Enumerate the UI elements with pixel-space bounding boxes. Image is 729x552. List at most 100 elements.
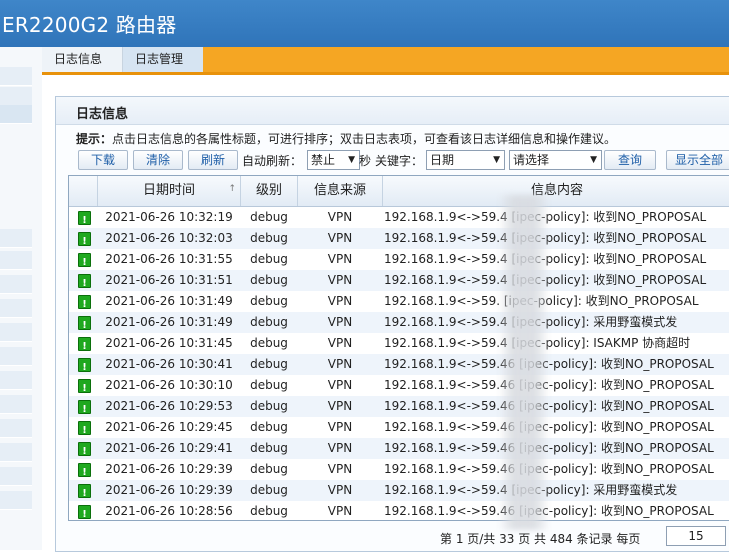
keyword-field-value: 日期 bbox=[430, 153, 455, 167]
header-datetime[interactable]: 日期时间 ↑ bbox=[98, 176, 241, 206]
header-level[interactable]: 级别 bbox=[241, 176, 298, 206]
dropdown-arrow-icon: ▼ bbox=[493, 155, 500, 165]
row-datetime: 2021-06-26 10:31:49 bbox=[105, 315, 233, 329]
query-button[interactable]: 查询 bbox=[604, 150, 656, 170]
table-row[interactable]: 2021-06-26 10:29:53 debug VPN 192.168.1.9<-… bbox=[69, 396, 729, 417]
per-page-input[interactable]: 15 bbox=[666, 526, 726, 546]
row-status-cell bbox=[69, 207, 97, 228]
sidebar-item[interactable] bbox=[0, 299, 32, 318]
row-level: debug bbox=[250, 315, 288, 329]
sidebar-item[interactable] bbox=[0, 347, 32, 366]
row-source: VPN bbox=[327, 294, 353, 308]
auto-refresh-value: 禁止 bbox=[311, 153, 336, 167]
header-icon-column bbox=[69, 176, 98, 206]
content-area: 日志信息 提示：点击日志信息的各属性标题，可进行排序；双击日志表项，可查看该日志… bbox=[42, 75, 729, 552]
row-level: debug bbox=[250, 399, 288, 413]
row-source: VPN bbox=[327, 210, 353, 224]
info-status-icon bbox=[78, 357, 91, 375]
tab-bar: 日志信息 日志管理 bbox=[42, 47, 729, 75]
keyword-value-select[interactable]: 请选择 ▼ bbox=[509, 150, 602, 170]
tab-log-management[interactable]: 日志管理 bbox=[123, 47, 203, 72]
table-row[interactable]: 2021-06-26 10:29:45 debug VPN 192.168.1.9<-… bbox=[69, 417, 729, 438]
row-message: 192.168.1.9<->59.46 [ipec-policy]: 收到NO_… bbox=[384, 420, 714, 434]
info-status-icon bbox=[78, 420, 91, 438]
table-row[interactable]: 2021-06-26 10:29:41 debug VPN 192.168.1.9<-… bbox=[69, 438, 729, 459]
table-row[interactable]: 2021-06-26 10:31:49 debug VPN 192.168.1.9<-… bbox=[69, 312, 729, 333]
row-message: 192.168.1.9<->59.4 [ipec-policy]: 采用野蛮模式… bbox=[384, 483, 678, 497]
sidebar-item[interactable] bbox=[0, 87, 32, 106]
table-row[interactable]: 2021-06-26 10:31:51 debug VPN 192.168.1.9<-… bbox=[69, 270, 729, 291]
show-all-button[interactable]: 显示全部 bbox=[666, 150, 729, 170]
sidebar-item[interactable] bbox=[0, 395, 32, 414]
sidebar-item[interactable] bbox=[0, 419, 32, 438]
row-message: 192.168.1.9<->59.4 [ipec-policy]: 收到NO_P… bbox=[384, 273, 707, 287]
row-datetime: 2021-06-26 10:31:49 bbox=[105, 294, 233, 308]
row-message: 192.168.1.9<->59. [ipec-policy]: 收到NO_PR… bbox=[384, 294, 699, 308]
table-row[interactable]: 2021-06-26 10:31:55 debug VPN 192.168.1.9<-… bbox=[69, 249, 729, 270]
sidebar-item[interactable] bbox=[0, 443, 32, 462]
info-status-icon bbox=[78, 252, 91, 270]
tab-log-info[interactable]: 日志信息 bbox=[42, 47, 123, 72]
row-status-cell bbox=[69, 354, 97, 375]
row-source: VPN bbox=[327, 252, 353, 266]
row-level: debug bbox=[250, 483, 288, 497]
row-source: VPN bbox=[327, 420, 353, 434]
download-button[interactable]: 下载 bbox=[78, 150, 128, 170]
tip-label: 提示： bbox=[76, 132, 113, 146]
table-row[interactable]: 2021-06-26 10:32:03 debug VPN 192.168.1.9<-… bbox=[69, 228, 729, 249]
table-row[interactable]: 2021-06-26 10:32:19 debug VPN 192.168.1.9<-… bbox=[69, 207, 729, 228]
sidebar-item[interactable] bbox=[0, 229, 32, 248]
auto-refresh-select[interactable]: 禁止 ▼ bbox=[307, 150, 360, 170]
header-message[interactable]: 信息内容 bbox=[383, 176, 729, 206]
table-row[interactable]: 2021-06-26 10:31:45 debug VPN 192.168.1.9<-… bbox=[69, 333, 729, 354]
row-source: VPN bbox=[327, 315, 353, 329]
sidebar-item[interactable] bbox=[0, 467, 32, 486]
row-level: debug bbox=[250, 441, 288, 455]
row-level: debug bbox=[250, 252, 288, 266]
info-status-icon bbox=[78, 231, 91, 249]
row-source: VPN bbox=[327, 483, 353, 497]
table-row[interactable]: 2021-06-26 10:30:41 debug VPN 192.168.1.9<-… bbox=[69, 354, 729, 375]
app-title: ER2200G2 路由器 bbox=[2, 13, 177, 37]
row-message: 192.168.1.9<->59.4 [ipec-policy]: 采用野蛮模式… bbox=[384, 315, 678, 329]
row-level: debug bbox=[250, 336, 288, 350]
row-level: debug bbox=[250, 294, 288, 308]
panel-title: 日志信息 bbox=[76, 107, 129, 122]
sidebar bbox=[0, 47, 43, 550]
row-message: 192.168.1.9<->59.4 [ipec-policy]: ISAKMP… bbox=[384, 336, 691, 350]
tip-text: 提示：点击日志信息的各属性标题，可进行排序；双击日志表项，可查看该日志详细信息和… bbox=[76, 130, 616, 147]
row-message: 192.168.1.9<->59.4 [ipec-policy]: 收到NO_P… bbox=[384, 252, 707, 266]
row-status-cell bbox=[69, 501, 97, 520]
redaction-blur bbox=[498, 195, 550, 530]
row-level: debug bbox=[250, 231, 288, 245]
sidebar-item[interactable] bbox=[0, 67, 32, 86]
keyword-field-select[interactable]: 日期 ▼ bbox=[426, 150, 505, 170]
sidebar-item[interactable] bbox=[0, 323, 32, 342]
table-row[interactable]: 2021-06-26 10:31:49 debug VPN 192.168.1.9<-… bbox=[69, 291, 729, 312]
row-source: VPN bbox=[327, 357, 353, 371]
info-status-icon bbox=[78, 336, 91, 354]
row-status-cell bbox=[69, 459, 97, 480]
sidebar-item[interactable] bbox=[0, 275, 32, 294]
table-header: 日期时间 ↑ 级别 信息来源 信息内容 bbox=[69, 176, 729, 207]
row-message: 192.168.1.9<->59.4 [ipec-policy]: 收到NO_P… bbox=[384, 210, 707, 224]
clear-button[interactable]: 清除 bbox=[133, 150, 183, 170]
row-datetime: 2021-06-26 10:29:39 bbox=[105, 462, 233, 476]
sidebar-item[interactable] bbox=[0, 491, 32, 510]
table-row[interactable]: 2021-06-26 10:30:10 debug VPN 192.168.1.9<-… bbox=[69, 375, 729, 396]
table-row[interactable]: 2021-06-26 10:29:39 debug VPN 192.168.1.9<-… bbox=[69, 459, 729, 480]
refresh-button[interactable]: 刷新 bbox=[188, 150, 238, 170]
row-source: VPN bbox=[327, 462, 353, 476]
info-status-icon bbox=[78, 273, 91, 291]
table-row[interactable]: 2021-06-26 10:28:56 debug VPN 192.168.1.9<-… bbox=[69, 501, 729, 520]
row-status-cell bbox=[69, 417, 97, 438]
table-row[interactable]: 2021-06-26 10:29:39 debug VPN 192.168.1.9<-… bbox=[69, 480, 729, 501]
row-message: 192.168.1.9<->59.46 [ipec-policy]: 收到NO_… bbox=[384, 441, 714, 455]
app-header: ER2200G2 路由器 bbox=[0, 0, 729, 47]
sidebar-item[interactable] bbox=[0, 105, 32, 124]
header-source[interactable]: 信息来源 bbox=[298, 176, 383, 206]
row-status-cell bbox=[69, 312, 97, 333]
sidebar-item[interactable] bbox=[0, 371, 32, 390]
sidebar-item[interactable] bbox=[0, 251, 32, 270]
row-message: 192.168.1.9<->59.46 [ipec-policy]: 收到NO_… bbox=[384, 378, 714, 392]
